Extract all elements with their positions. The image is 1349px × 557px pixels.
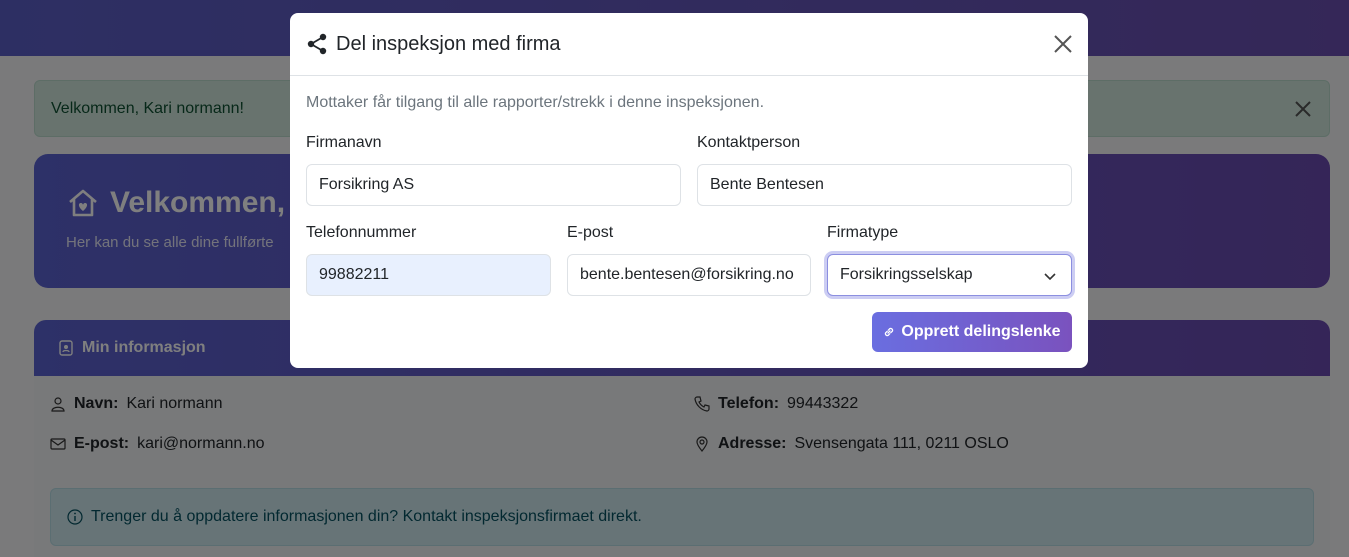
company-name-input[interactable]: Forsikring AS (306, 164, 681, 206)
phone-number-input[interactable]: 99882211 (306, 254, 551, 296)
company-name-label: Firmanavn (306, 134, 382, 151)
modal-title-text: Del inspeksjon med firma (336, 32, 561, 55)
email-input[interactable]: bente.bentesen@forsikring.no (567, 254, 811, 296)
share-inspection-modal: Del inspeksjon med firma Mottaker får ti… (290, 13, 1088, 368)
create-share-link-button[interactable]: Opprett delingslenke (872, 312, 1072, 352)
email-label-modal: E-post (567, 224, 614, 241)
share-icon (307, 33, 327, 55)
modal-description: Mottaker får tilgang til alle rapporter/… (306, 94, 765, 111)
create-share-link-label: Opprett delingslenke (901, 323, 1061, 340)
company-type-label: Firmatype (827, 224, 899, 241)
contact-person-input[interactable]: Bente Bentesen (697, 164, 1072, 206)
company-type-select[interactable]: Forsikringsselskap (827, 254, 1072, 296)
modal-header: Del inspeksjon med firma (290, 13, 1088, 76)
link-icon (885, 327, 894, 337)
modal-title: Del inspeksjon med firma (306, 33, 561, 56)
chevron-down-icon (1044, 273, 1056, 281)
company-type-value: Forsikringsselskap (840, 266, 973, 283)
phone-number-label: Telefonnummer (306, 224, 417, 241)
close-icon[interactable] (1052, 33, 1074, 55)
contact-person-label: Kontaktperson (697, 134, 801, 151)
